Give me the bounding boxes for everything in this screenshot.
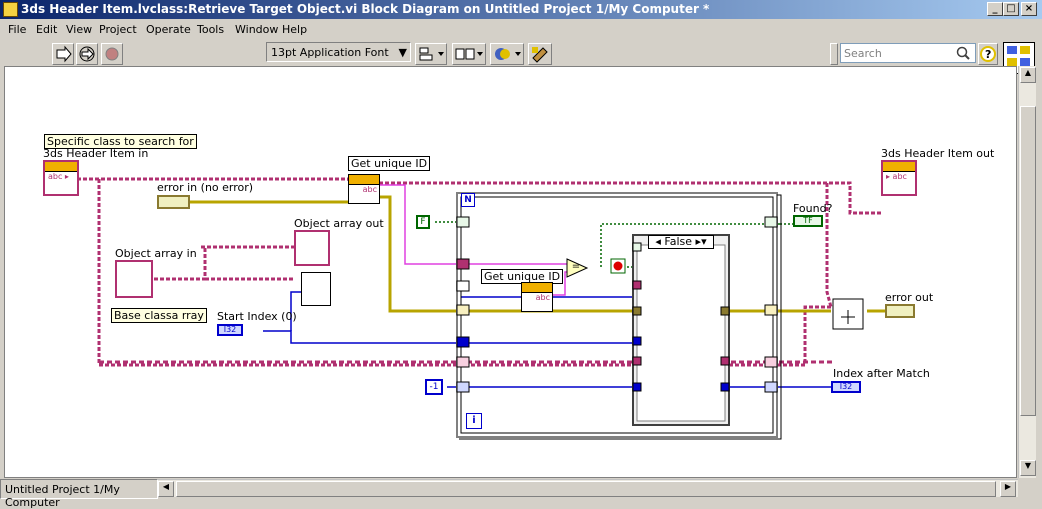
search-placeholder: Search: [844, 47, 882, 60]
case-selector-value: False: [664, 235, 693, 248]
menu-file[interactable]: File: [8, 23, 26, 36]
get-unique-id-node-1[interactable]: abc: [348, 174, 380, 204]
false-constant[interactable]: F: [416, 215, 430, 229]
label-error-out: error out: [885, 291, 934, 304]
case-selector-label[interactable]: ◂ False ▸▾: [648, 235, 714, 249]
minimize-button[interactable]: _: [987, 2, 1003, 16]
horizontal-scrollbar[interactable]: ◀ ▶: [158, 479, 1018, 497]
title-bar: 3ds Header Item.lvclass:Retrieve Target …: [0, 0, 1042, 19]
scroll-up-icon[interactable]: ▲: [1020, 67, 1036, 83]
scroll-down-icon[interactable]: ▼: [1020, 460, 1036, 476]
menu-edit[interactable]: Edit: [36, 23, 57, 36]
label-get-unique-id-1: Get unique ID: [348, 156, 431, 171]
menu-bar: File Edit View Project Operate Tools Win…: [0, 19, 1042, 40]
equal-function[interactable]: =: [569, 260, 583, 274]
labview-vi-icon: [3, 2, 18, 17]
get-unique-id-node-2[interactable]: abc: [521, 282, 553, 312]
cleanup-diagram-icon[interactable]: [528, 43, 552, 65]
search-toggle[interactable]: [830, 43, 838, 65]
label-header-item-in: 3ds Header Item in: [43, 147, 149, 160]
horizontal-scroll-thumb[interactable]: [176, 481, 996, 497]
case-prev-icon[interactable]: ◂: [655, 235, 661, 248]
menu-operate[interactable]: Operate: [146, 23, 191, 36]
neg-one-constant[interactable]: -1: [425, 379, 443, 395]
distribute-objects-icon[interactable]: [452, 43, 486, 65]
chevron-down-icon: ▼: [398, 46, 407, 59]
font-selector[interactable]: 13pt Application Font ▼: [266, 42, 411, 62]
run-arrow-icon[interactable]: [52, 43, 74, 65]
error-out-cluster: [885, 304, 915, 318]
status-text: Untitled Project 1/My Computer: [5, 483, 120, 509]
label-object-array-out: Object array out: [294, 217, 384, 230]
menu-project[interactable]: Project: [99, 23, 137, 36]
object-array-in-control[interactable]: [115, 260, 153, 298]
error-in-cluster[interactable]: [157, 195, 190, 209]
window-title: 3ds Header Item.lvclass:Retrieve Target …: [21, 2, 710, 16]
menu-view[interactable]: View: [66, 23, 92, 36]
iteration-terminal: i: [466, 413, 482, 429]
label-base-class-array: Base classa rray: [111, 308, 207, 323]
reorder-icon[interactable]: [490, 43, 524, 65]
search-array-node[interactable]: [301, 272, 331, 306]
vertical-scrollbar[interactable]: ▲ ▼: [1018, 66, 1036, 478]
search-icon[interactable]: [955, 45, 971, 64]
class-control-header-in[interactable]: abc ▸: [43, 160, 79, 196]
label-object-array-in: Object array in: [115, 247, 197, 260]
loop-count-terminal: N: [461, 193, 475, 207]
help-icon[interactable]: ?: [978, 43, 998, 65]
vertical-scroll-thumb[interactable]: [1020, 106, 1036, 416]
font-selector-value: 13pt Application Font: [271, 46, 389, 59]
menu-window[interactable]: Window: [235, 23, 278, 36]
found-indicator: TF: [793, 215, 823, 227]
abort-icon[interactable]: [101, 43, 123, 65]
close-button[interactable]: ×: [1021, 2, 1037, 16]
object-array-out-indicator: [294, 230, 330, 266]
scroll-right-icon[interactable]: ▶: [1000, 481, 1016, 497]
label-start-index: Start Index (0): [217, 310, 297, 323]
scroll-left-icon[interactable]: ◀: [158, 481, 174, 497]
start-index-control[interactable]: I32: [217, 324, 243, 336]
align-objects-icon[interactable]: [415, 43, 447, 65]
label-found: Found?: [793, 202, 833, 215]
label-header-item-out: 3ds Header Item out: [881, 147, 995, 160]
class-indicator-header-out: ▸ abc: [881, 160, 917, 196]
block-diagram-canvas[interactable]: Specific class to search for 3ds Header …: [4, 66, 1017, 478]
case-next-icon[interactable]: ▸▾: [696, 235, 707, 248]
menu-help[interactable]: Help: [282, 23, 307, 36]
index-after-match-indicator: I32: [831, 381, 861, 393]
label-error-in: error in (no error): [157, 181, 254, 194]
menu-tools[interactable]: Tools: [197, 23, 224, 36]
label-index-after-match: Index after Match: [833, 367, 930, 380]
search-input[interactable]: Search: [840, 43, 976, 63]
maximize-button[interactable]: □: [1003, 2, 1019, 16]
svg-text:?: ?: [985, 48, 991, 61]
status-bar: Untitled Project 1/My Computer: [0, 479, 158, 509]
run-continuous-icon[interactable]: [76, 43, 98, 65]
